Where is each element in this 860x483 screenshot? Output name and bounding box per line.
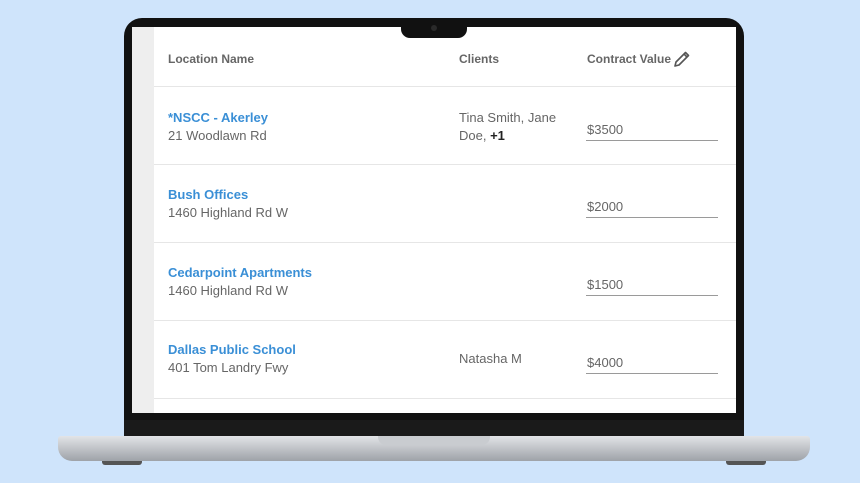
- contract-value-input[interactable]: $4000: [586, 353, 718, 374]
- laptop-foot: [726, 461, 766, 465]
- header-location-name: Location Name: [168, 52, 255, 66]
- header-contract-value: Contract Value: [587, 52, 672, 66]
- location-address: 401 Tom Landry Fwy: [168, 360, 289, 375]
- clients-cell: Natasha M: [459, 350, 569, 368]
- table-row: Dallas Public School 401 Tom Landry Fwy …: [154, 321, 736, 399]
- clients-list: Tina Smith, Jane Doe,: [459, 110, 557, 143]
- table-row: Bush Offices 1460 Highland Rd W $2000: [154, 165, 736, 243]
- location-address: 1460 Highland Rd W: [168, 205, 288, 220]
- laptop-base: [58, 436, 810, 461]
- clients-list: Natasha M: [459, 351, 522, 366]
- location-name-link[interactable]: Bush Offices: [168, 187, 248, 202]
- location-name-link[interactable]: *NSCC - Akerley: [168, 110, 268, 125]
- base-notch: [378, 436, 490, 445]
- header-clients: Clients: [459, 52, 500, 66]
- table-row: *NSCC - Akerley 21 Woodlawn Rd Tina Smit…: [154, 87, 736, 165]
- screen: Location Name Clients Contract Value *NS…: [132, 27, 736, 413]
- location-name-link[interactable]: Cedarpoint Apartments: [168, 265, 312, 280]
- locations-table: Location Name Clients Contract Value *NS…: [154, 27, 736, 413]
- location-name-link[interactable]: Dallas Public School: [168, 342, 296, 357]
- location-address: 21 Woodlawn Rd: [168, 128, 267, 143]
- contract-value-input[interactable]: $1500: [586, 275, 718, 296]
- laptop-foot: [102, 461, 142, 465]
- pencil-icon[interactable]: [672, 49, 692, 69]
- clients-cell: Tina Smith, Jane Doe, +1: [459, 109, 569, 145]
- camera-icon: [431, 25, 437, 31]
- contract-value-input[interactable]: $3500: [586, 120, 718, 141]
- screen-notch: [401, 20, 467, 38]
- table-row: Cedarpoint Apartments 1460 Highland Rd W…: [154, 243, 736, 321]
- location-address: 1460 Highland Rd W: [168, 283, 288, 298]
- clients-more-badge[interactable]: +1: [490, 128, 505, 143]
- contract-value-input[interactable]: $2000: [586, 197, 718, 218]
